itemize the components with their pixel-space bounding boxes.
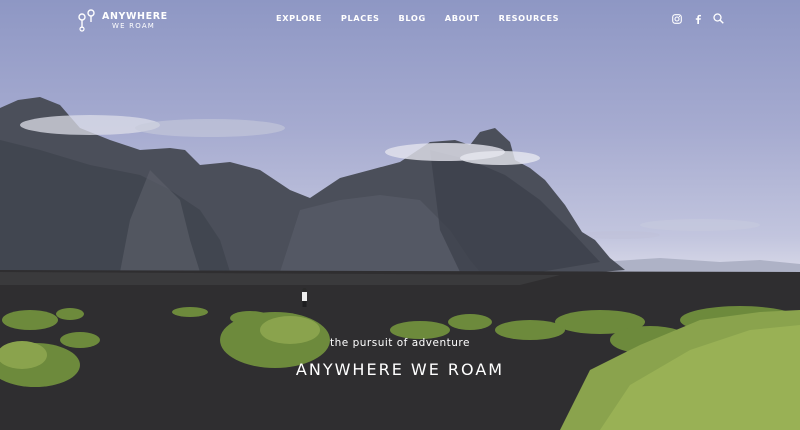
hero: ANYWHERE WE ROAM EXPLORE PLACES BLOG ABO… (0, 0, 800, 430)
instagram-icon[interactable] (670, 12, 683, 25)
nav-blog[interactable]: BLOG (399, 13, 426, 23)
nav-resources[interactable]: RESOURCES (499, 13, 560, 23)
facebook-icon[interactable] (691, 12, 704, 25)
map-pin-logo-icon (78, 9, 95, 32)
nav-places[interactable]: PLACES (341, 13, 380, 23)
nav-explore[interactable]: EXPLORE (276, 13, 322, 23)
hero-title: ANYWHERE WE ROAM (295, 360, 505, 379)
main-nav: EXPLORE PLACES BLOG ABOUT RESOURCES (276, 13, 578, 23)
site-header: ANYWHERE WE ROAM EXPLORE PLACES BLOG ABO… (0, 0, 800, 40)
nav-about[interactable]: ABOUT (445, 13, 480, 23)
site-logo[interactable]: ANYWHERE WE ROAM (76, 9, 168, 33)
hero-tagline: the pursuit of adventure (330, 337, 470, 349)
brand-name: ANYWHERE (102, 10, 168, 22)
brand-subname: WE ROAM (112, 22, 156, 31)
header-icons (670, 12, 733, 25)
search-icon[interactable] (712, 12, 725, 25)
